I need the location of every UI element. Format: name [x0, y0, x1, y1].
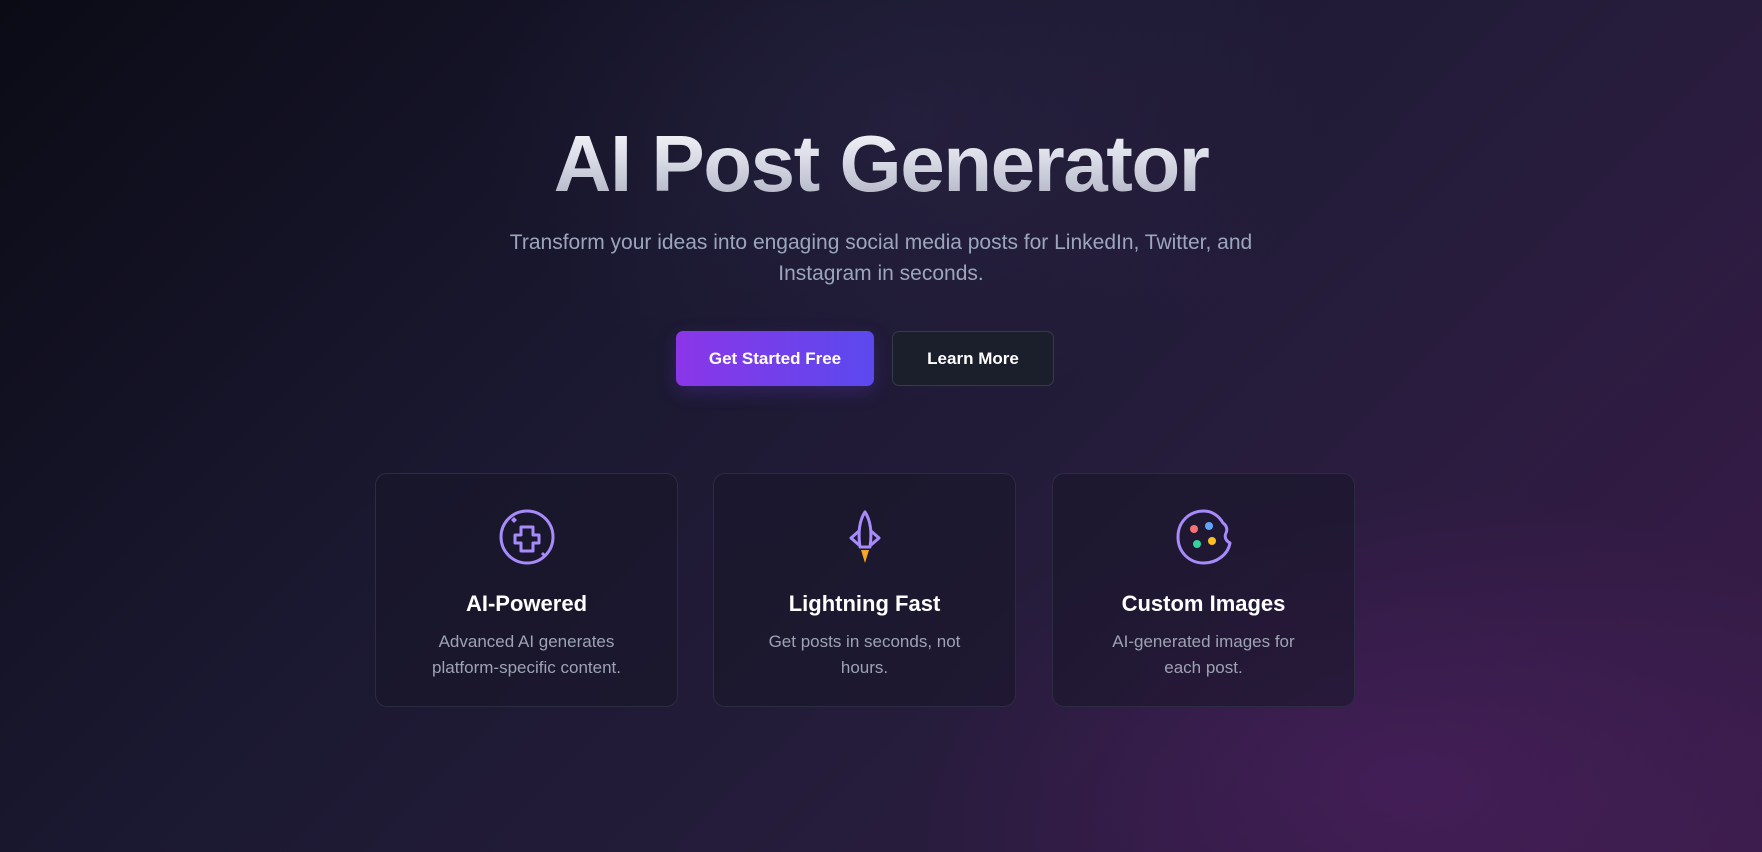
brain-circuit-icon — [499, 509, 555, 565]
feature-description: Get posts in seconds, not hours. — [768, 632, 961, 677]
feature-description: AI-generated images for each post. — [1112, 632, 1295, 677]
feature-description: Advanced AI generates platform-specific … — [432, 632, 621, 677]
page-title: AI Post Generator — [0, 118, 1762, 210]
rocket-icon — [849, 510, 881, 563]
feature-title: Lightning Fast — [788, 591, 941, 616]
feature-title: AI-Powered — [465, 591, 588, 616]
hero-subtitle: Transform your ideas into engaging socia… — [509, 231, 1253, 285]
feature-card-lightning-fast: Lightning Fast Get posts in seconds, not… — [713, 473, 1016, 707]
learn-more-button[interactable]: Learn More — [892, 331, 1054, 386]
get-started-button[interactable]: Get Started Free — [676, 331, 874, 386]
palette-icon — [1176, 509, 1232, 565]
feature-card-custom-images: Custom Images AI-generated images for ea… — [1052, 473, 1355, 707]
feature-card-ai-powered: AI-Powered Advanced AI generates platfor… — [375, 473, 678, 707]
feature-title: Custom Images — [1121, 591, 1286, 616]
